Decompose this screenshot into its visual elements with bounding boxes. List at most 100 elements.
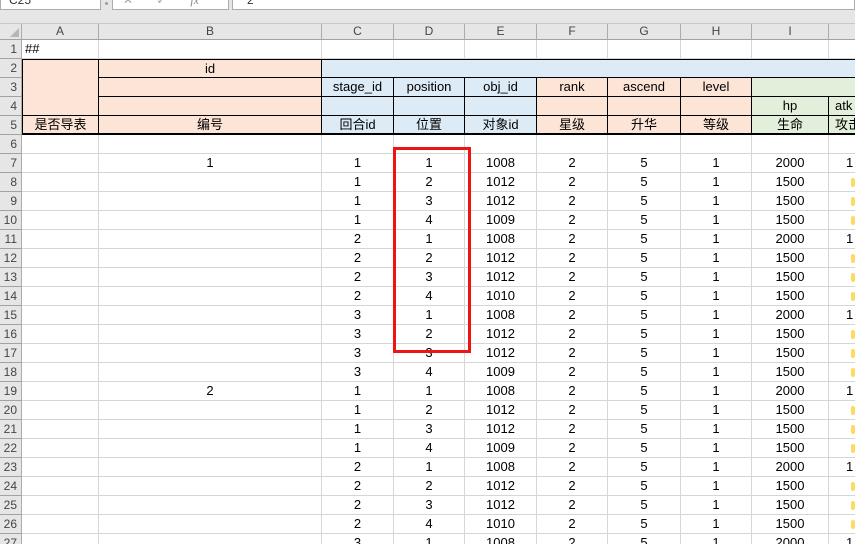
cell-G23[interactable]: 5 <box>608 458 681 477</box>
cell-C8[interactable]: 1 <box>322 173 394 192</box>
cell-E16[interactable]: 1012 <box>465 325 537 344</box>
cell-B20[interactable] <box>99 401 322 420</box>
cell-J16[interactable] <box>829 325 855 344</box>
row-header-6[interactable]: 6 <box>0 135 22 154</box>
cell-G20[interactable]: 5 <box>608 401 681 420</box>
cell-E12[interactable]: 1012 <box>465 249 537 268</box>
cell-H24[interactable]: 1 <box>681 477 752 496</box>
row-header-7[interactable]: 7 <box>0 154 22 173</box>
cell-A2[interactable] <box>22 59 99 116</box>
cell-B25[interactable] <box>99 496 322 515</box>
formula-input[interactable]: 2 <box>232 0 855 10</box>
col-header-D[interactable]: D <box>394 23 465 40</box>
cell-H6[interactable] <box>681 135 752 154</box>
cell-A11[interactable] <box>22 230 99 249</box>
cell-C5[interactable]: 回合id <box>322 116 394 135</box>
row-header-11[interactable]: 11 <box>0 230 22 249</box>
cell-D3[interactable]: position <box>394 78 465 97</box>
cell-F20[interactable]: 2 <box>537 401 608 420</box>
cell-H14[interactable]: 1 <box>681 287 752 306</box>
cell-D4[interactable] <box>394 97 465 116</box>
cell-F9[interactable]: 2 <box>537 192 608 211</box>
cell-F22[interactable]: 2 <box>537 439 608 458</box>
row-header-2[interactable]: 2 <box>0 59 22 78</box>
cell-H13[interactable]: 1 <box>681 268 752 287</box>
cell-D27[interactable]: 1 <box>394 534 465 544</box>
cell-H3[interactable]: level <box>681 78 752 97</box>
cell-C21[interactable]: 1 <box>322 420 394 439</box>
cell-G1[interactable] <box>608 40 681 59</box>
col-header-C[interactable]: C <box>322 23 394 40</box>
cell-C3[interactable]: stage_id <box>322 78 394 97</box>
cell-A13[interactable] <box>22 268 99 287</box>
cell-E21[interactable]: 1012 <box>465 420 537 439</box>
row-header-12[interactable]: 12 <box>0 249 22 268</box>
cell-B21[interactable] <box>99 420 322 439</box>
cell-I13[interactable]: 1500 <box>752 268 829 287</box>
cell-J5[interactable]: 攻击 <box>829 116 855 135</box>
cell-E3[interactable]: obj_id <box>465 78 537 97</box>
cell-J18[interactable] <box>829 363 855 382</box>
cell-C14[interactable]: 2 <box>322 287 394 306</box>
cell-I26[interactable]: 1500 <box>752 515 829 534</box>
cell-I18[interactable]: 1500 <box>752 363 829 382</box>
cell-I8[interactable]: 1500 <box>752 173 829 192</box>
cell-B9[interactable] <box>99 192 322 211</box>
cell-H5[interactable]: 等级 <box>681 116 752 135</box>
cell-B2[interactable]: id <box>99 59 322 78</box>
cell-E4[interactable] <box>465 97 537 116</box>
cell-I6[interactable] <box>752 135 829 154</box>
cell-F4[interactable] <box>537 97 608 116</box>
cell-E7[interactable]: 1008 <box>465 154 537 173</box>
cell-H25[interactable]: 1 <box>681 496 752 515</box>
cell-J27[interactable]: 1 <box>829 534 855 544</box>
cell-J24[interactable] <box>829 477 855 496</box>
cell-E19[interactable]: 1008 <box>465 382 537 401</box>
cell-J22[interactable] <box>829 439 855 458</box>
cell-G13[interactable]: 5 <box>608 268 681 287</box>
cell-G24[interactable]: 5 <box>608 477 681 496</box>
cell-C10[interactable]: 1 <box>322 211 394 230</box>
cell-H22[interactable]: 1 <box>681 439 752 458</box>
cell-G12[interactable]: 5 <box>608 249 681 268</box>
cell-C27[interactable]: 3 <box>322 534 394 544</box>
row-header-21[interactable]: 21 <box>0 420 22 439</box>
cell-C26[interactable]: 2 <box>322 515 394 534</box>
row-header-19[interactable]: 19 <box>0 382 22 401</box>
row-header-5[interactable]: 5 <box>0 116 22 135</box>
cell-H11[interactable]: 1 <box>681 230 752 249</box>
cell-A21[interactable] <box>22 420 99 439</box>
cell-F5[interactable]: 星级 <box>537 116 608 135</box>
row-header-9[interactable]: 9 <box>0 192 22 211</box>
cell-A26[interactable] <box>22 515 99 534</box>
cell-I23[interactable]: 2000 <box>752 458 829 477</box>
cell-B12[interactable] <box>99 249 322 268</box>
cell-D5[interactable]: 位置 <box>394 116 465 135</box>
cell-J12[interactable] <box>829 249 855 268</box>
cell-F24[interactable]: 2 <box>537 477 608 496</box>
cell-F25[interactable]: 2 <box>537 496 608 515</box>
cell-F23[interactable]: 2 <box>537 458 608 477</box>
cell-A9[interactable] <box>22 192 99 211</box>
cell-E15[interactable]: 1008 <box>465 306 537 325</box>
cell-C9[interactable]: 1 <box>322 192 394 211</box>
cell-J17[interactable] <box>829 344 855 363</box>
cell-E23[interactable]: 1008 <box>465 458 537 477</box>
cell-I17[interactable]: 1500 <box>752 344 829 363</box>
cell-G22[interactable]: 5 <box>608 439 681 458</box>
cell-A8[interactable] <box>22 173 99 192</box>
cell-F19[interactable]: 2 <box>537 382 608 401</box>
cell-A1[interactable]: ## <box>22 40 99 59</box>
cell-F6[interactable] <box>537 135 608 154</box>
cell-F26[interactable]: 2 <box>537 515 608 534</box>
cell-E20[interactable]: 1012 <box>465 401 537 420</box>
cell-B23[interactable] <box>99 458 322 477</box>
cell-H1[interactable] <box>681 40 752 59</box>
cell-I24[interactable]: 1500 <box>752 477 829 496</box>
cell-D26[interactable]: 4 <box>394 515 465 534</box>
cell-C15[interactable]: 3 <box>322 306 394 325</box>
row-header-15[interactable]: 15 <box>0 306 22 325</box>
cell-H10[interactable]: 1 <box>681 211 752 230</box>
cell-C24[interactable]: 2 <box>322 477 394 496</box>
cell-B3[interactable] <box>99 78 322 97</box>
